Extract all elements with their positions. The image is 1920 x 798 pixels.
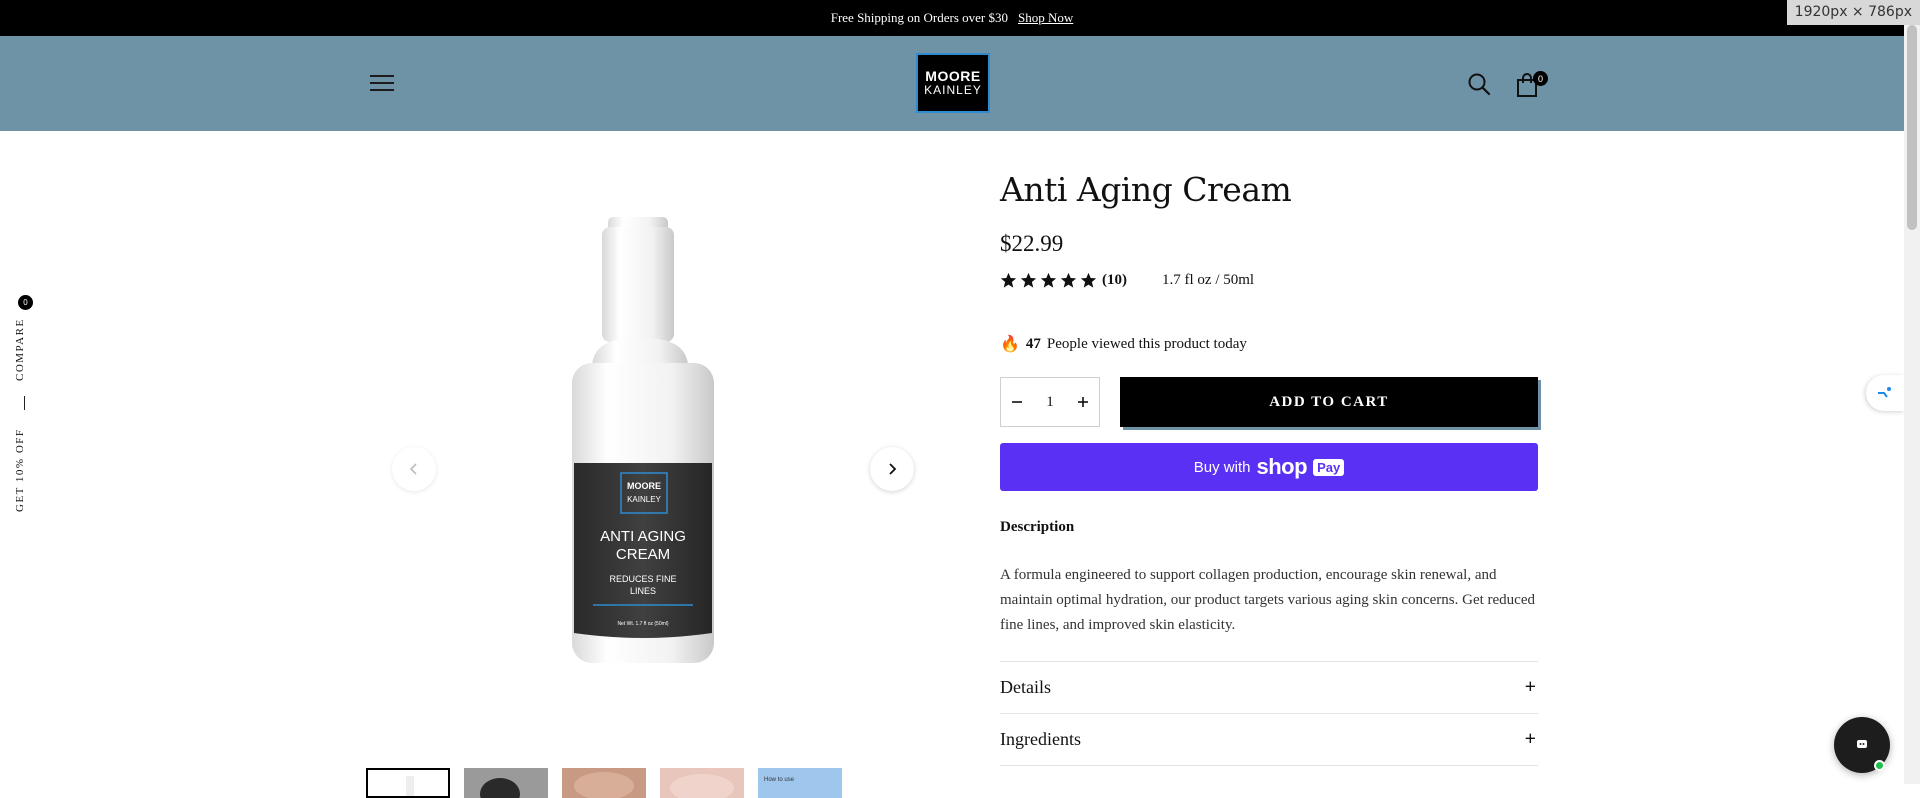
shop-pay-button[interactable]: Buy with shop Pay [1000,443,1538,491]
thumbnail-5[interactable]: How to use [758,768,842,798]
chat-online-indicator [1874,760,1885,771]
viewers-count: 47 [1025,335,1041,352]
pay-badge: Pay [1313,458,1345,476]
star-icon [1000,272,1017,288]
thumbnail-3[interactable] [562,768,646,798]
product-price: $22.99 [1000,231,1064,256]
quantity-stepper: 1 [1000,377,1100,427]
star-rating[interactable] [1000,272,1097,289]
side-tab: 0 COMPARE GET 10% OFF [14,295,36,520]
site-logo[interactable]: MOORE KAINLEY [916,53,990,113]
star-icon [1020,272,1037,288]
compare-count-badge: 0 [18,295,33,310]
site-header: MOORE KAINLEY 0 [0,36,1904,131]
quantity-value[interactable]: 1 [1046,394,1054,411]
label-claim-2: LINES [630,586,656,596]
accordion-details[interactable]: Details + [1000,662,1538,714]
chat-icon [1857,740,1867,748]
shop-pay-logo: shop [1256,454,1308,479]
discount-tab[interactable]: GET 10% OFF [14,425,36,515]
announcement-text: Free Shipping on Orders over $30 [830,10,1008,25]
product-size: 1.7 fl oz / 50ml [1162,271,1255,288]
accessibility-widget[interactable] [1866,375,1904,411]
logo-line-1: MOORE [925,67,981,84]
announcement-bar: Free Shipping on Orders over $30 Shop No… [0,0,1904,36]
plus-icon: + [1524,728,1536,750]
label-name-1: ANTI AGING [600,528,686,545]
label-net-weight: Net Wt. 1.7 fl oz (50ml) [617,621,668,627]
side-tab-divider [24,396,25,410]
accessibility-icon [1878,387,1891,398]
product-gallery: MOORE KAINLEY ANTI AGING CREAM REDUCES F… [360,160,920,798]
add-to-cart-button[interactable]: ADD TO CART [1120,377,1538,427]
shop-now-link[interactable]: Shop Now [1018,10,1073,26]
rating-row: (10) 1.7 fl oz / 50ml [1000,267,1538,293]
description-text: A formula engineered to support collagen… [1000,567,1535,633]
star-icon [1080,272,1097,288]
thumbnail-5-label: How to use [764,777,795,783]
viewers-notice: 🔥 47 People viewed this product today [1000,333,1538,355]
gallery-prev-button[interactable] [392,447,436,491]
gallery-next-button[interactable] [870,447,914,491]
thumbnail-4[interactable] [660,768,744,798]
logo-line-2: KAINLEY [924,83,982,98]
plus-icon[interactable] [1075,394,1091,410]
cart-count-badge: 0 [1533,71,1548,86]
purchase-row: 1 ADD TO CART [1000,377,1538,427]
label-name-2: CREAM [616,546,670,563]
product-title: Anti Aging Cream [1000,170,1292,209]
compare-tab[interactable]: COMPARE [14,318,36,381]
star-icon [1060,272,1077,288]
plus-icon: + [1524,676,1536,698]
thumbnail-strip: How to use [366,768,842,798]
accordion-ingredients[interactable]: Ingredients + [1000,714,1538,766]
thumbnail-2[interactable] [464,768,548,798]
accordion-ingredients-label: Ingredients [1000,729,1081,749]
star-icon [1040,272,1057,288]
fire-icon: 🔥 [1000,336,1020,353]
chevron-right-icon [889,463,897,475]
product-image: MOORE KAINLEY ANTI AGING CREAM REDUCES F… [572,217,714,663]
menu-icon[interactable] [370,75,394,93]
thumbnail-1[interactable] [366,768,450,798]
search-icon[interactable] [1467,72,1491,96]
label-brand-1: MOORE [627,481,661,491]
chevron-left-icon [409,463,417,475]
viewers-text: People viewed this product today [1046,335,1247,352]
product-info: Anti Aging Cream $22.99 (10) 1.7 fl oz /… [1000,170,1538,766]
dimensions-badge: 1920px × 786px [1786,0,1920,25]
scrollbar-thumb[interactable] [1907,25,1917,230]
minus-icon[interactable] [1009,394,1025,410]
review-count[interactable]: (10) [1102,272,1127,289]
description-heading: Description [1000,519,1075,535]
product-accordion: Details + Ingredients + [1000,661,1538,766]
label-brand-2: KAINLEY [627,495,661,504]
label-claim-1: REDUCES FINE [609,574,676,584]
page-scrollbar[interactable] [1904,25,1920,784]
accordion-details-label: Details [1000,677,1051,697]
shop-pay-prefix: Buy with [1193,458,1251,476]
